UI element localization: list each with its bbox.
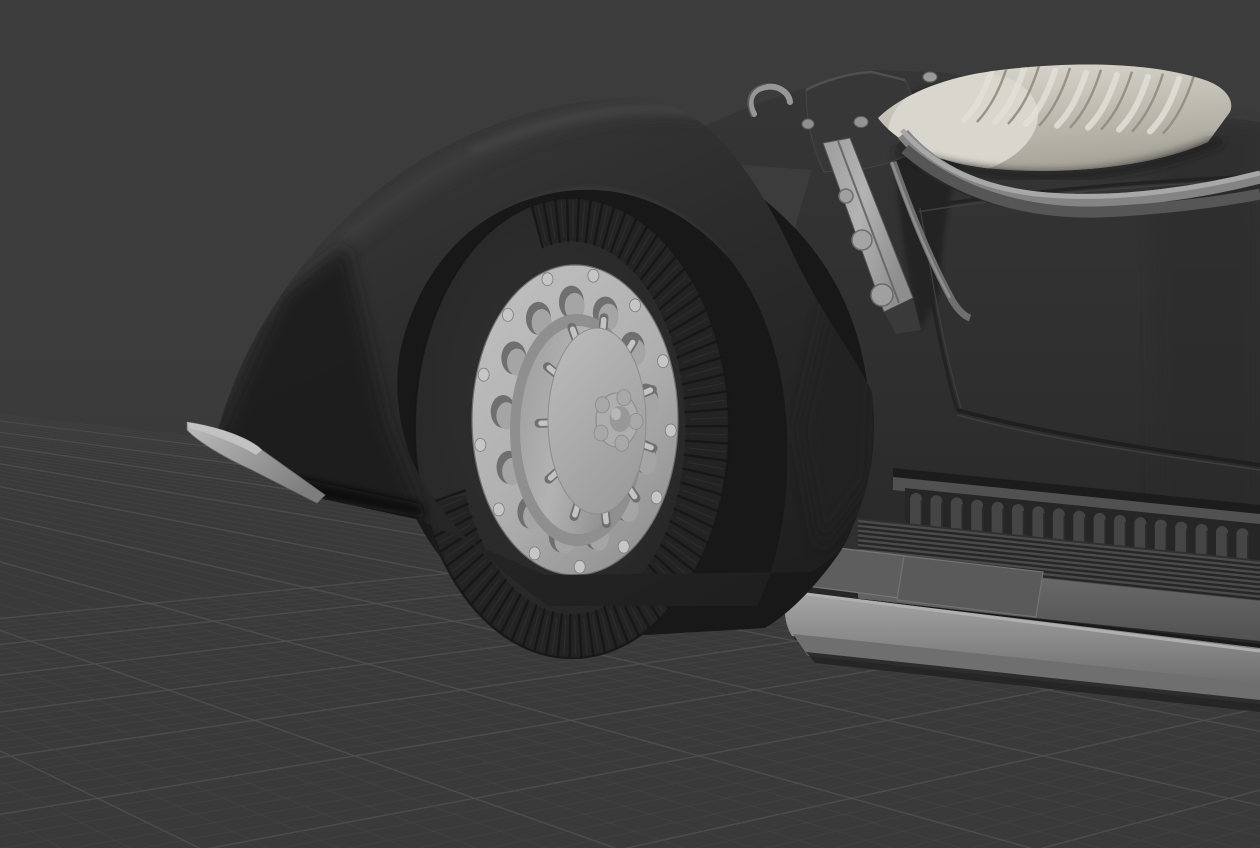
- cowl-bolt: [922, 71, 938, 83]
- viewport[interactable]: [0, 0, 1260, 848]
- cowl-bolt: [853, 116, 869, 128]
- bracket-bolt: [851, 229, 873, 251]
- center-knob-highlight: [611, 408, 621, 420]
- viewport-canvas[interactable]: [0, 0, 1260, 848]
- bracket-bolt: [870, 283, 894, 307]
- bracket-bolt: [838, 188, 854, 204]
- wheel-hub[interactable]: [471, 264, 679, 576]
- cowl-bolt: [801, 118, 815, 130]
